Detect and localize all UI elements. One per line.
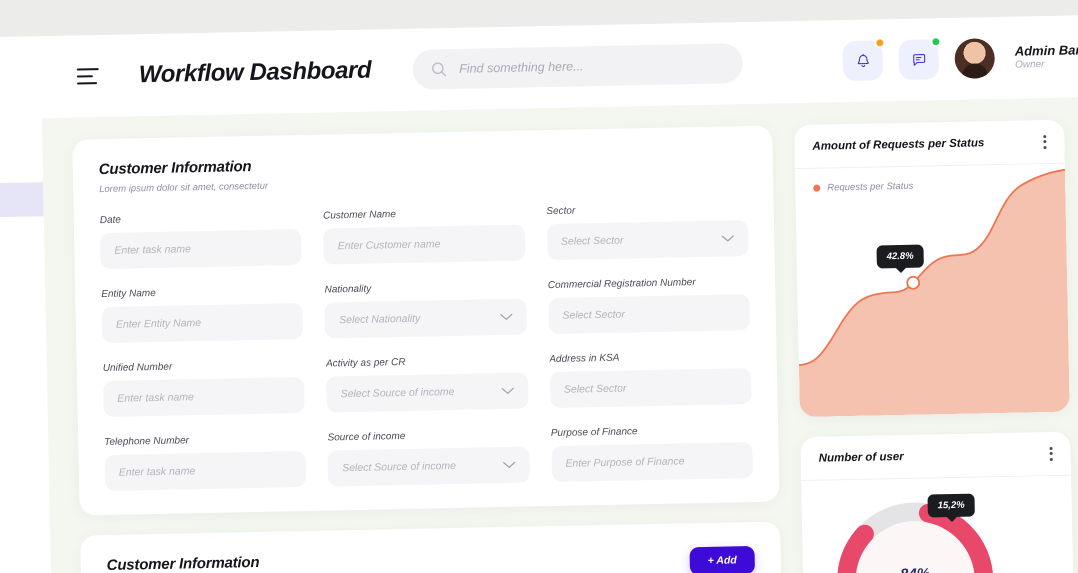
field-label: Source of income <box>327 430 406 444</box>
sector-select[interactable]: Select Sector <box>546 220 749 261</box>
search-bar[interactable] <box>412 43 744 90</box>
form-row: Telephone Number Enter task name Source … <box>104 424 754 492</box>
field-placeholder: Select Sector <box>563 382 627 396</box>
field-commercial-registration-number: Commercial Registration Number Select Se… <box>547 276 751 335</box>
user-name: Admin Bank <box>1014 41 1078 59</box>
field-label: Activity as per CR <box>325 356 406 370</box>
field-customer-name: Customer Name Enter Customer name <box>322 207 526 265</box>
area-chart <box>798 168 1070 418</box>
page-title: Workflow Dashboard <box>138 56 372 89</box>
field-placeholder: Select Source of income <box>342 459 457 475</box>
field-placeholder: Enter Entity Name <box>115 317 202 331</box>
topbar-actions: Admin Bank Owner <box>842 35 1078 82</box>
chevron-down-icon <box>502 461 516 468</box>
notifications-button[interactable] <box>842 37 886 82</box>
telephone-number-input[interactable]: Enter task name <box>104 450 307 492</box>
number-of-user-widget: Number of user 84% Storage <box>800 431 1076 573</box>
dashboard-mockup: are nt Workflow Dashboard <box>0 13 1078 573</box>
field-label: Nationality <box>324 283 372 296</box>
chart-legend: Requests per Status <box>813 181 913 194</box>
search-input[interactable] <box>459 56 726 76</box>
field-placeholder: Enter task name <box>118 465 196 479</box>
field-source-of-income: Source of income Select Source of income <box>327 429 530 487</box>
date-input[interactable]: Enter task name <box>100 229 303 270</box>
address-in-ksa-input[interactable]: Select Sector <box>549 368 752 409</box>
form-row: Unified Number Enter task name Activity … <box>102 350 752 418</box>
field-label: Date <box>99 214 122 227</box>
widget-header: Amount of Requests per Status <box>794 119 1065 170</box>
unified-number-input[interactable]: Enter task name <box>103 376 306 418</box>
chat-icon <box>912 53 925 66</box>
donut-svg <box>837 502 994 573</box>
messages-button[interactable] <box>898 36 942 80</box>
widget-header: Number of user <box>800 431 1072 482</box>
field-label: Commercial Registration Number <box>547 277 696 292</box>
widget-title: Amount of Requests per Status <box>812 136 985 153</box>
field-label: Telephone Number <box>104 435 190 449</box>
legend-swatch <box>813 184 821 192</box>
field-purpose-of-finance: Purpose of Finance Enter Purpose of Fina… <box>550 424 754 483</box>
field-telephone-number: Telephone Number Enter task name <box>104 433 307 492</box>
field-nationality: Nationality Select Nationality <box>324 281 527 339</box>
field-placeholder: Select Sector <box>562 308 626 322</box>
activity-as-per-cr-select[interactable]: Select Source of income <box>326 372 529 413</box>
field-date: Date Enter task name <box>99 211 303 270</box>
field-label: Entity Name <box>101 287 156 301</box>
field-sector: Sector Select Sector <box>546 202 749 261</box>
app-shell: Workflow Dashboard Find something here..… <box>40 13 1078 573</box>
kebab-menu-icon[interactable] <box>1043 134 1047 149</box>
commercial-registration-number-input[interactable]: Select Sector <box>548 294 751 335</box>
source-of-income-select[interactable]: Select Source of income <box>327 446 530 487</box>
field-label: Address in KSA <box>549 352 620 366</box>
data-point-marker[interactable] <box>906 275 921 290</box>
hamburger-icon[interactable] <box>76 68 99 85</box>
chevron-down-icon <box>501 387 514 394</box>
form-row: Date Enter task name Customer Name Enter… <box>99 202 749 270</box>
field-placeholder: Enter Purpose of Finance <box>565 455 685 470</box>
field-label: Purpose of Finance <box>550 426 638 440</box>
field-label: Unified Number <box>102 361 173 375</box>
field-placeholder: Select Sector <box>560 234 624 248</box>
notification-badge <box>874 37 886 49</box>
search-icon <box>432 62 447 77</box>
content-canvas: Customer Information Lorem ipsum dolor s… <box>41 95 1078 573</box>
chevron-down-icon <box>721 235 734 242</box>
kebab-menu-icon[interactable] <box>1049 446 1053 461</box>
add-button[interactable]: + Add <box>689 545 756 573</box>
donut-chart: 84% Storage <box>830 495 1001 573</box>
field-label: Sector <box>546 205 576 218</box>
user-role: Owner <box>1014 58 1045 71</box>
purpose-of-finance-input[interactable]: Enter Purpose of Finance <box>551 442 754 483</box>
right-column: Amount of Requests per Status Requests p… <box>794 119 1076 573</box>
form-row: Entity Name Enter Entity Name Nationalit… <box>101 276 751 344</box>
customer-name-input[interactable]: Enter Customer name <box>323 224 526 265</box>
field-placeholder: Enter task name <box>114 243 191 257</box>
chevron-down-icon <box>499 313 513 320</box>
requests-per-status-widget: Amount of Requests per Status Requests p… <box>794 119 1070 418</box>
field-placeholder: Enter Customer name <box>337 238 441 253</box>
field-placeholder: Select Source of income <box>340 385 455 401</box>
avatar[interactable] <box>954 38 996 79</box>
field-address-in-ksa: Address in KSA Select Sector <box>549 350 752 409</box>
customer-information-form-card: Customer Information Lorem ipsum dolor s… <box>72 125 780 516</box>
donut-chart-tooltip: 15,2% <box>927 493 975 518</box>
widget-title: Number of user <box>818 450 904 465</box>
customer-information-table-card: Customer Information Lorem ipsum dolor s… <box>80 521 783 573</box>
entity-name-input[interactable]: Enter Entity Name <box>101 303 304 344</box>
area-fill <box>798 169 1070 418</box>
nationality-select[interactable]: Select Nationality <box>324 298 527 339</box>
legend-label: Requests per Status <box>827 180 914 194</box>
message-badge <box>930 36 942 48</box>
field-unified-number: Unified Number Enter task name <box>102 359 306 418</box>
field-entity-name: Entity Name Enter Entity Name <box>101 285 304 344</box>
field-activity-as-per-cr: Activity as per CR Select Source of inco… <box>325 355 529 413</box>
left-column: Customer Information Lorem ipsum dolor s… <box>72 125 784 573</box>
bell-icon <box>857 53 869 67</box>
field-placeholder: Enter task name <box>117 391 194 405</box>
area-chart-tooltip: 42.8% <box>876 244 924 269</box>
user-meta: Admin Bank Owner <box>1015 42 1078 72</box>
field-label: Customer Name <box>322 209 396 222</box>
field-placeholder: Select Nationality <box>339 312 421 327</box>
